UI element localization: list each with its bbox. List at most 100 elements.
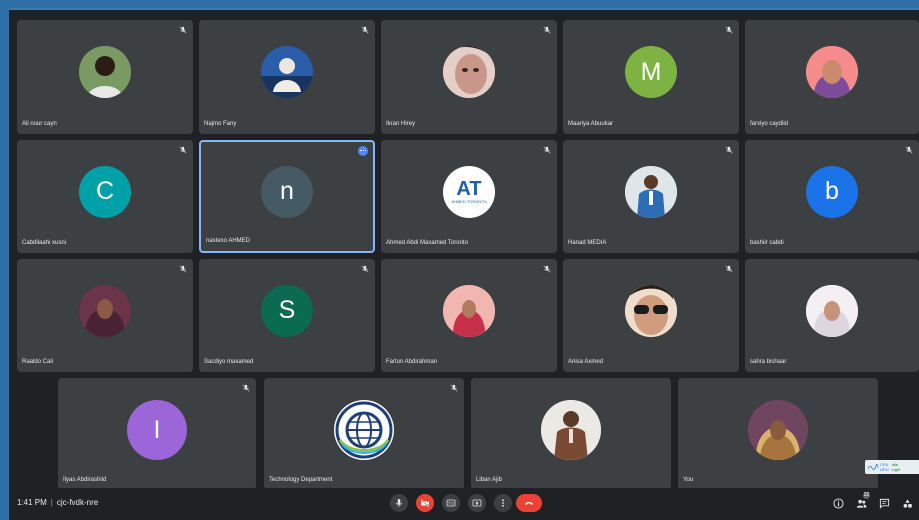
participant-name: Technology Department [269,477,333,483]
separator: | [50,498,53,507]
mic-muted-icon [242,384,250,392]
meeting-code: cjc-fvdk-nre [56,498,99,507]
present-screen-button[interactable] [468,494,486,512]
mic-muted-icon [905,146,913,154]
participant-name: farxiyo caydiid [750,121,789,127]
participant-photo [748,400,808,460]
participant-name: bashiir cabdi [750,240,784,246]
participant-photo [79,284,131,337]
participant-name: Maariya Abuukar [568,121,614,127]
participant-tile[interactable]: I Ilyas Abdirashiid [58,378,256,490]
more-options-button[interactable] [494,494,512,512]
participant-photo [261,46,313,98]
microphone-icon [395,499,403,507]
participant-tile[interactable]: Anisa Axmed [563,259,739,372]
gpu-label: GPU [880,467,889,472]
meeting-details-button[interactable] [831,496,845,510]
participants-button[interactable]: 22 [854,492,870,510]
participant-initial-avatar: M [625,46,677,98]
participant-tile[interactable]: b bashiir cabdi [745,140,919,253]
participant-logo: AT AHMED TORONTO [443,165,495,218]
microphone-button[interactable] [390,494,408,512]
participant-tile[interactable]: Ali nuur cayn [17,20,193,134]
participant-tile[interactable]: C Cabdilaahi xusni [17,140,193,253]
participant-photo [541,400,601,460]
participant-tile[interactable]: Liban Ajib [471,378,671,490]
camera-off-button[interactable] [416,494,434,512]
more-vertical-icon [502,499,504,507]
participant-count-badge: 22 [863,492,870,499]
participant-tile[interactable]: Hanad MEDIA [563,140,739,253]
captions-icon [446,499,456,507]
participant-tile[interactable]: sahra bishaar [745,259,919,372]
participant-name: Fartun Abdirahman [386,359,438,365]
participant-photo [443,284,495,337]
mic-muted-icon [725,265,733,273]
mic-muted-icon [179,26,187,34]
captions-button[interactable] [442,494,460,512]
participant-tile[interactable]: AT AHMED TORONTO Ahmed Abdi Maxamed Toro… [381,140,557,253]
participant-name: Cabdilaahi xusni [22,240,67,246]
participant-tile[interactable]: Najmo Fany [199,20,375,134]
meeting-time: 1:41 PM [17,498,47,507]
globe-logo-icon [334,400,394,460]
chat-icon [879,498,889,509]
participant-name: Ilyas Abdirashiid [63,477,107,483]
participant-tile[interactable]: Raaldo Cali [17,259,193,372]
meeting-info: 1:41 PM | cjc-fvdk-nre [17,498,98,507]
speaking-indicator-icon [358,146,368,156]
camera-off-icon [420,498,430,508]
participant-name: Najmo Fany [204,121,237,127]
participant-name: Ahmed Abdi Maxamed Toronto [386,240,468,246]
participant-tile[interactable]: farxiyo caydiid [745,20,919,134]
gpu-value: Light [891,467,901,472]
meeting-controls-bar: 1:41 PM | cjc-fvdk-nre 22 [9,488,919,520]
participant-name: Raaldo Cali [22,359,54,365]
participant-name: You [683,477,694,483]
hang-up-icon [525,502,533,505]
activities-icon [903,498,912,508]
participant-initial-avatar: C [79,165,131,218]
logo-text: AT [456,178,482,200]
participant-name: Hanad MEDIA [568,240,607,246]
participant-tile[interactable]: Fartun Abdirahman [381,259,557,372]
participant-photo [806,46,858,98]
participant-tile[interactable]: Technology Department [264,378,464,490]
participant-initial-avatar: n [261,165,313,218]
mic-muted-icon [543,265,551,273]
participant-photo [625,284,677,337]
performance-indicator: CPU GPU Idle Light [865,460,919,474]
mic-muted-icon [450,384,458,392]
participant-name: nastexo AHMED [206,238,251,244]
participant-photo [806,284,858,337]
participant-tile[interactable]: Ikran Hirey [381,20,557,134]
mic-muted-icon [179,146,187,154]
participant-tile-speaking[interactable]: n nastexo AHMED [199,140,375,253]
participant-photo [443,46,495,98]
leave-call-button[interactable] [516,494,542,512]
mic-muted-icon [543,146,551,154]
participant-photo [79,46,131,98]
logo-subtext: AHMED TORONTO [451,199,487,204]
participant-initial-avatar: b [806,165,858,218]
meet-stage: Ali nuur cayn Najmo Fany Ikran Hirey M M… [9,8,919,520]
participant-initial-avatar: S [261,284,313,337]
participant-tile[interactable]: M Maariya Abuukar [563,20,739,134]
participant-name: Ali nuur cayn [22,121,57,127]
chat-button[interactable] [877,496,891,510]
participant-photo [625,165,677,218]
mic-muted-icon [725,146,733,154]
people-icon [856,499,866,508]
mic-muted-icon [361,265,369,273]
participant-name: Liban Ajib [476,477,503,483]
mic-muted-icon [361,26,369,34]
participant-name: Anisa Axmed [568,359,604,365]
activities-button[interactable] [900,496,914,510]
mic-muted-icon [725,26,733,34]
participant-name: Sacdiyo maxamed [204,359,254,365]
participant-name: Ikran Hirey [386,121,416,127]
participant-name: sahra bishaar [750,359,787,365]
participant-tile[interactable]: S Sacdiyo maxamed [199,259,375,372]
info-icon [832,497,844,509]
participant-tile-self[interactable]: You [678,378,878,490]
